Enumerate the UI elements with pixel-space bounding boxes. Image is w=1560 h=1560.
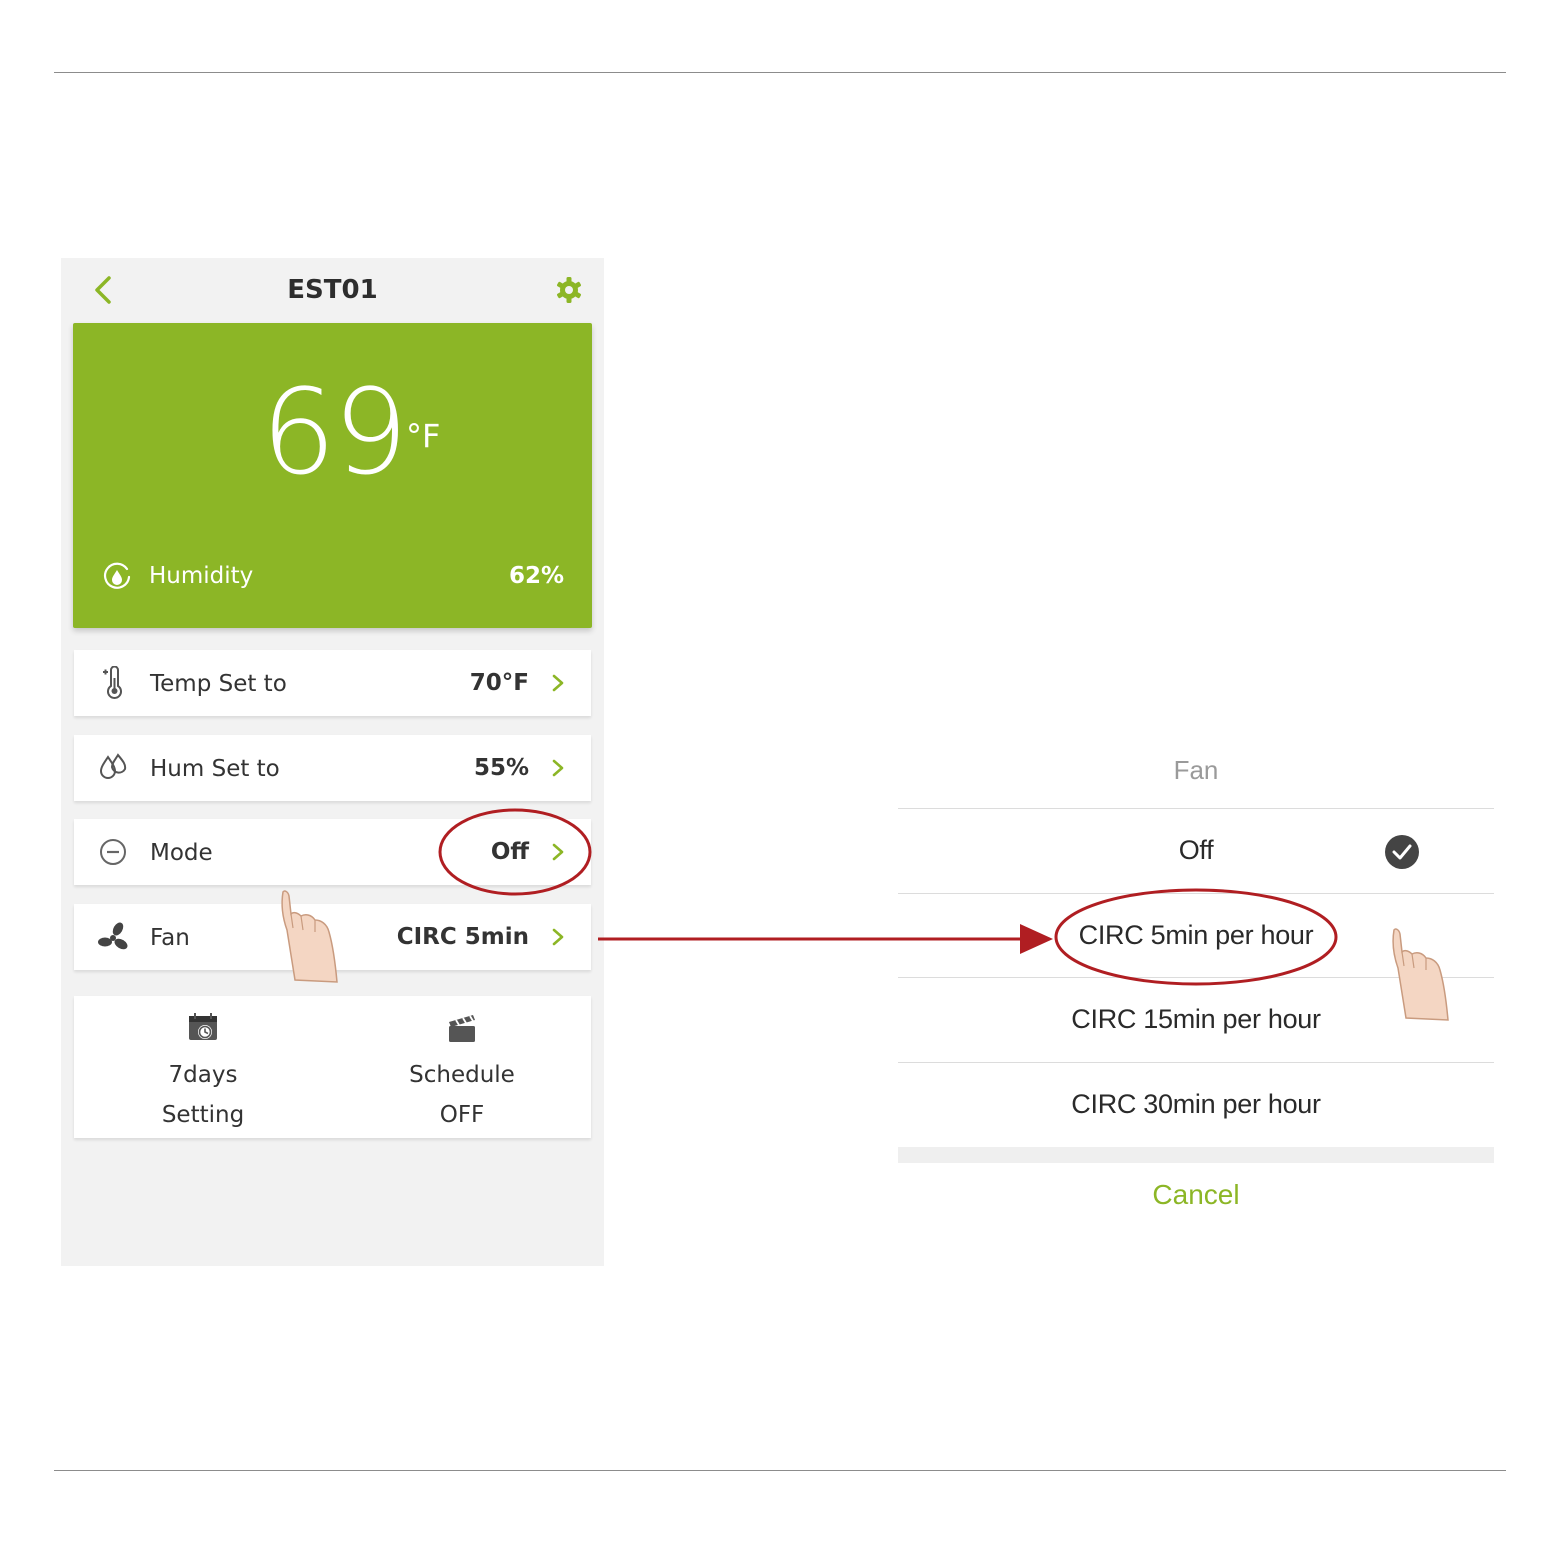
schedule-line2: OFF	[439, 1102, 485, 1128]
temp-set-row[interactable]: Temp Set to 70°F	[74, 650, 591, 716]
top-rule	[54, 72, 1506, 73]
thermostat-screen: EST01 69 °F Humidity 62% Temp Set to 70°…	[61, 258, 604, 1266]
fan-icon	[98, 922, 128, 950]
fan-value: CIRC 5min	[396, 924, 529, 950]
picker-option-circ-15[interactable]: CIRC 15min per hour	[898, 977, 1494, 1062]
chevron-right-icon	[552, 759, 564, 777]
gear-icon[interactable]	[555, 276, 583, 304]
picker-separator	[898, 1147, 1494, 1163]
humidity-value: 62%	[508, 563, 564, 589]
hum-set-value: 55%	[473, 755, 529, 781]
water-drops-icon	[99, 753, 127, 779]
picker-option-circ-5[interactable]: CIRC 5min per hour	[898, 893, 1494, 978]
shortcut-card: 7days Setting Schedule OFF	[74, 996, 591, 1138]
temp-set-value: 70°F	[469, 670, 529, 696]
seven-days-setting-tile[interactable]: 7days Setting	[74, 996, 332, 1138]
temp-set-label: Temp Set to	[150, 671, 287, 697]
calendar-clock-icon	[189, 1013, 217, 1040]
cancel-button[interactable]: Cancel	[898, 1179, 1494, 1211]
current-temperature: 69	[261, 363, 408, 501]
clapperboard-icon	[449, 1015, 475, 1042]
picker-title: Fan	[1173, 755, 1219, 785]
schedule-line1: Schedule	[409, 1062, 515, 1088]
checkmark-circle-icon	[1385, 835, 1419, 869]
fan-row[interactable]: Fan CIRC 5min	[74, 904, 591, 970]
schedule-tile[interactable]: Schedule OFF	[333, 996, 591, 1138]
temperature-card: 69 °F Humidity 62%	[73, 323, 592, 628]
humidity-label: Humidity	[149, 563, 254, 589]
picker-option-label: CIRC 15min per hour	[1071, 1004, 1321, 1034]
hum-set-row[interactable]: Hum Set to 55%	[74, 735, 591, 801]
mode-row[interactable]: Mode Off	[74, 819, 591, 885]
humidity-icon	[103, 562, 131, 589]
chevron-right-icon	[552, 928, 564, 946]
nav-bar: EST01	[61, 258, 604, 322]
bottom-rule	[54, 1470, 1506, 1471]
picker-option-label: CIRC 30min per hour	[1071, 1089, 1321, 1119]
seven-days-line1: 7days	[168, 1062, 238, 1088]
chevron-right-icon	[552, 843, 564, 861]
picker-option-circ-30[interactable]: CIRC 30min per hour	[898, 1062, 1494, 1147]
seven-days-line2: Setting	[161, 1102, 245, 1128]
picker-option-label: CIRC 5min per hour	[1078, 920, 1314, 950]
fan-picker-sheet: Fan Off CIRC 5min per hour CIRC 15min pe…	[898, 735, 1494, 1230]
mode-value: Off	[490, 839, 529, 865]
hum-set-label: Hum Set to	[150, 756, 280, 782]
mode-label: Mode	[150, 840, 213, 866]
page-title: EST01	[287, 275, 378, 305]
thermometer-icon	[103, 666, 122, 699]
chevron-right-icon	[552, 674, 564, 692]
picker-option-off[interactable]: Off	[898, 808, 1494, 893]
temperature-unit: °F	[406, 417, 441, 455]
fan-label: Fan	[150, 925, 190, 951]
minus-circle-icon	[100, 839, 126, 865]
